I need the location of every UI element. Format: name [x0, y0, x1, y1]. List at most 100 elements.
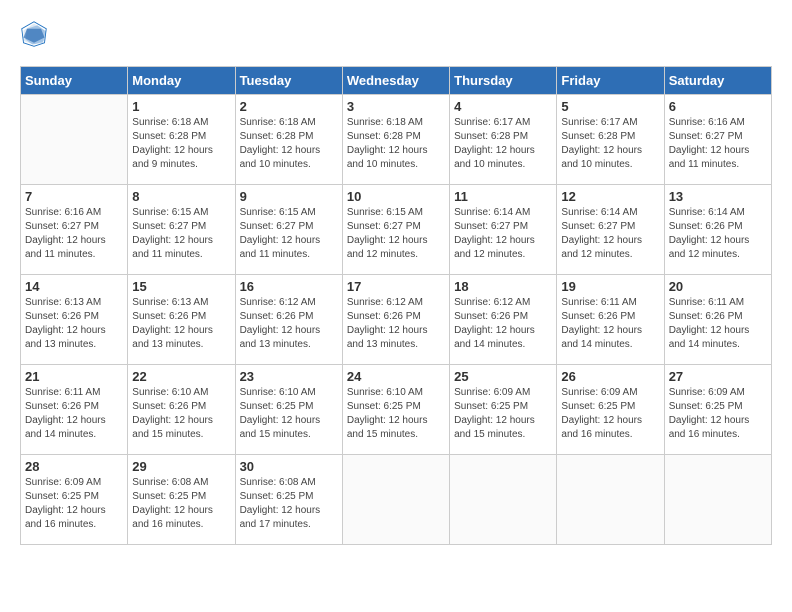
calendar-cell: 9 Sunrise: 6:15 AMSunset: 6:27 PMDaylight…	[235, 185, 342, 275]
day-info: Sunrise: 6:09 AMSunset: 6:25 PMDaylight:…	[25, 476, 123, 532]
calendar-cell: 16 Sunrise: 6:12 AMSunset: 6:26 PMDayligh…	[235, 275, 342, 365]
day-info: Sunrise: 6:16 AMSunset: 6:27 PMDaylight:…	[25, 206, 123, 262]
day-number: 13	[669, 189, 767, 204]
calendar-cell: 27 Sunrise: 6:09 AMSunset: 6:25 PMDayligh…	[664, 365, 771, 455]
calendar-cell	[342, 455, 449, 545]
day-info: Sunrise: 6:11 AMSunset: 6:26 PMDaylight:…	[25, 386, 123, 442]
calendar-cell: 30 Sunrise: 6:08 AMSunset: 6:25 PMDayligh…	[235, 455, 342, 545]
calendar-cell: 4 Sunrise: 6:17 AMSunset: 6:28 PMDaylight…	[450, 95, 557, 185]
day-number: 28	[25, 459, 123, 474]
calendar-cell: 28 Sunrise: 6:09 AMSunset: 6:25 PMDayligh…	[21, 455, 128, 545]
day-info: Sunrise: 6:08 AMSunset: 6:25 PMDaylight:…	[132, 476, 230, 532]
day-number: 2	[240, 99, 338, 114]
day-info: Sunrise: 6:09 AMSunset: 6:25 PMDaylight:…	[669, 386, 767, 442]
day-info: Sunrise: 6:09 AMSunset: 6:25 PMDaylight:…	[454, 386, 552, 442]
calendar-week-row: 1 Sunrise: 6:18 AMSunset: 6:28 PMDaylight…	[21, 95, 772, 185]
calendar-cell: 10 Sunrise: 6:15 AMSunset: 6:27 PMDayligh…	[342, 185, 449, 275]
day-number: 9	[240, 189, 338, 204]
day-number: 30	[240, 459, 338, 474]
day-number: 21	[25, 369, 123, 384]
calendar-cell: 8 Sunrise: 6:15 AMSunset: 6:27 PMDaylight…	[128, 185, 235, 275]
day-info: Sunrise: 6:11 AMSunset: 6:26 PMDaylight:…	[669, 296, 767, 352]
day-number: 7	[25, 189, 123, 204]
calendar-cell: 18Sunrise: 6:12 AMSunset: 6:26 PMDayligh…	[450, 275, 557, 365]
logo	[20, 20, 52, 50]
day-number: 26	[561, 369, 659, 384]
logo-icon	[20, 20, 48, 48]
calendar-cell: 7 Sunrise: 6:16 AMSunset: 6:27 PMDaylight…	[21, 185, 128, 275]
day-info: Sunrise: 6:10 AMSunset: 6:25 PMDaylight:…	[240, 386, 338, 442]
calendar-cell: 23 Sunrise: 6:10 AMSunset: 6:25 PMDayligh…	[235, 365, 342, 455]
calendar: SundayMondayTuesdayWednesdayThursdayFrid…	[20, 66, 772, 545]
day-number: 19	[561, 279, 659, 294]
header	[20, 20, 772, 50]
day-info: Sunrise: 6:13 AMSunset: 6:26 PMDaylight:…	[25, 296, 123, 352]
day-number: 15	[132, 279, 230, 294]
day-number: 3	[347, 99, 445, 114]
day-number: 17	[347, 279, 445, 294]
calendar-cell	[21, 95, 128, 185]
day-info: Sunrise: 6:18 AMSunset: 6:28 PMDaylight:…	[347, 116, 445, 172]
calendar-week-row: 14 Sunrise: 6:13 AMSunset: 6:26 PMDayligh…	[21, 275, 772, 365]
calendar-cell: 14 Sunrise: 6:13 AMSunset: 6:26 PMDayligh…	[21, 275, 128, 365]
day-info: Sunrise: 6:10 AMSunset: 6:26 PMDaylight:…	[132, 386, 230, 442]
day-number: 29	[132, 459, 230, 474]
calendar-cell: 24 Sunrise: 6:10 AMSunset: 6:25 PMDayligh…	[342, 365, 449, 455]
day-info: Sunrise: 6:15 AMSunset: 6:27 PMDaylight:…	[240, 206, 338, 262]
day-info: Sunrise: 6:15 AMSunset: 6:27 PMDaylight:…	[347, 206, 445, 262]
day-number: 8	[132, 189, 230, 204]
calendar-week-row: 28 Sunrise: 6:09 AMSunset: 6:25 PMDayligh…	[21, 455, 772, 545]
calendar-cell	[557, 455, 664, 545]
weekday-header: Friday	[557, 67, 664, 95]
calendar-cell: 1 Sunrise: 6:18 AMSunset: 6:28 PMDaylight…	[128, 95, 235, 185]
weekday-header: Tuesday	[235, 67, 342, 95]
day-info: Sunrise: 6:14 AMSunset: 6:27 PMDaylight:…	[454, 206, 552, 262]
calendar-cell: 13 Sunrise: 6:14 AMSunset: 6:26 PMDayligh…	[664, 185, 771, 275]
day-info: Sunrise: 6:08 AMSunset: 6:25 PMDaylight:…	[240, 476, 338, 532]
calendar-cell: 20 Sunrise: 6:11 AMSunset: 6:26 PMDayligh…	[664, 275, 771, 365]
calendar-cell	[450, 455, 557, 545]
day-info: Sunrise: 6:12 AMSunset: 6:26 PMDaylight:…	[240, 296, 338, 352]
day-info: Sunrise: 6:10 AMSunset: 6:25 PMDaylight:…	[347, 386, 445, 442]
day-number: 14	[25, 279, 123, 294]
day-number: 25	[454, 369, 552, 384]
day-number: 11	[454, 189, 552, 204]
day-number: 24	[347, 369, 445, 384]
day-info: Sunrise: 6:11 AMSunset: 6:26 PMDaylight:…	[561, 296, 659, 352]
day-info: Sunrise: 6:13 AMSunset: 6:26 PMDaylight:…	[132, 296, 230, 352]
day-info: Sunrise: 6:17 AMSunset: 6:28 PMDaylight:…	[454, 116, 552, 172]
calendar-cell: 12Sunrise: 6:14 AMSunset: 6:27 PMDayligh…	[557, 185, 664, 275]
day-number: 10	[347, 189, 445, 204]
calendar-cell: 11 Sunrise: 6:14 AMSunset: 6:27 PMDayligh…	[450, 185, 557, 275]
day-number: 6	[669, 99, 767, 114]
calendar-cell: 19 Sunrise: 6:11 AMSunset: 6:26 PMDayligh…	[557, 275, 664, 365]
calendar-week-row: 21 Sunrise: 6:11 AMSunset: 6:26 PMDayligh…	[21, 365, 772, 455]
day-number: 23	[240, 369, 338, 384]
day-info: Sunrise: 6:14 AMSunset: 6:26 PMDaylight:…	[669, 206, 767, 262]
day-number: 18	[454, 279, 552, 294]
calendar-cell: 15 Sunrise: 6:13 AMSunset: 6:26 PMDayligh…	[128, 275, 235, 365]
weekday-header: Wednesday	[342, 67, 449, 95]
weekday-header: Monday	[128, 67, 235, 95]
calendar-cell: 25 Sunrise: 6:09 AMSunset: 6:25 PMDayligh…	[450, 365, 557, 455]
calendar-cell: 3 Sunrise: 6:18 AMSunset: 6:28 PMDaylight…	[342, 95, 449, 185]
day-number: 16	[240, 279, 338, 294]
calendar-cell	[664, 455, 771, 545]
weekday-header: Saturday	[664, 67, 771, 95]
calendar-cell: 21 Sunrise: 6:11 AMSunset: 6:26 PMDayligh…	[21, 365, 128, 455]
day-info: Sunrise: 6:14 AMSunset: 6:27 PMDaylight:…	[561, 206, 659, 262]
day-info: Sunrise: 6:17 AMSunset: 6:28 PMDaylight:…	[561, 116, 659, 172]
day-number: 27	[669, 369, 767, 384]
day-number: 1	[132, 99, 230, 114]
calendar-header-row: SundayMondayTuesdayWednesdayThursdayFrid…	[21, 67, 772, 95]
day-number: 20	[669, 279, 767, 294]
day-info: Sunrise: 6:12 AMSunset: 6:26 PMDaylight:…	[347, 296, 445, 352]
day-info: Sunrise: 6:18 AMSunset: 6:28 PMDaylight:…	[132, 116, 230, 172]
day-info: Sunrise: 6:15 AMSunset: 6:27 PMDaylight:…	[132, 206, 230, 262]
calendar-cell: 29 Sunrise: 6:08 AMSunset: 6:25 PMDayligh…	[128, 455, 235, 545]
calendar-cell: 6 Sunrise: 6:16 AMSunset: 6:27 PMDaylight…	[664, 95, 771, 185]
day-number: 4	[454, 99, 552, 114]
day-info: Sunrise: 6:16 AMSunset: 6:27 PMDaylight:…	[669, 116, 767, 172]
day-info: Sunrise: 6:18 AMSunset: 6:28 PMDaylight:…	[240, 116, 338, 172]
calendar-cell: 2 Sunrise: 6:18 AMSunset: 6:28 PMDaylight…	[235, 95, 342, 185]
